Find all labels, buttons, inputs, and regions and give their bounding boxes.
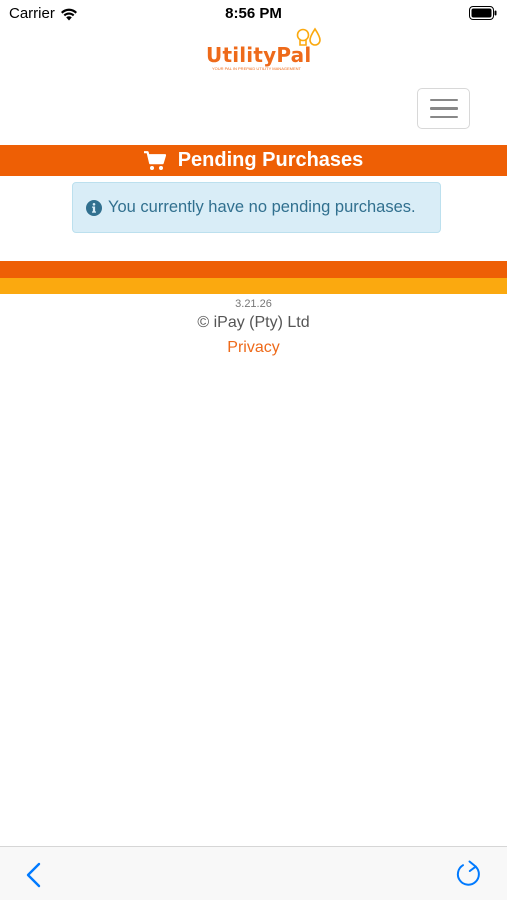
alert-message: You currently have no pending purchases. [108, 198, 416, 216]
logo-wordmark: UtilityPal [206, 43, 312, 67]
hamburger-icon [429, 98, 458, 102]
footer-stripe-orange [0, 261, 507, 278]
info-circle-icon [86, 199, 102, 216]
clock: 8:56 PM [225, 5, 282, 22]
privacy-link[interactable]: Privacy [0, 339, 507, 357]
chevron-left-icon[interactable] [22, 861, 46, 889]
app-version: 3.21.26 [235, 298, 272, 310]
reload-icon[interactable] [454, 859, 484, 889]
logo-tagline: YOUR PAL IN PREPAID UTILITY MANAGEMENT [212, 66, 301, 71]
screen: Carrier 8:56 PM UtilityPal YOUR PAL IN P… [0, 0, 507, 900]
shopping-cart-icon [143, 151, 166, 170]
info-alert: You currently have no pending purchases. [72, 182, 441, 233]
footer-stripe-yellow [0, 278, 507, 294]
page-title-banner: Pending Purchases [0, 145, 507, 176]
browser-toolbar [0, 846, 507, 900]
battery-icon [469, 6, 497, 20]
hamburger-icon-bar [429, 107, 458, 110]
page-title: Pending Purchases [177, 149, 364, 171]
navbar-toggle-button[interactable] [417, 88, 470, 129]
copyright-text: © iPay (Pty) Ltd [197, 314, 310, 331]
status-bar: Carrier 8:56 PM [0, 0, 507, 28]
utilitypal-logo[interactable]: UtilityPal YOUR PAL IN PREPAID UTILITY M… [190, 26, 325, 72]
hamburger-icon-bar [429, 115, 458, 119]
